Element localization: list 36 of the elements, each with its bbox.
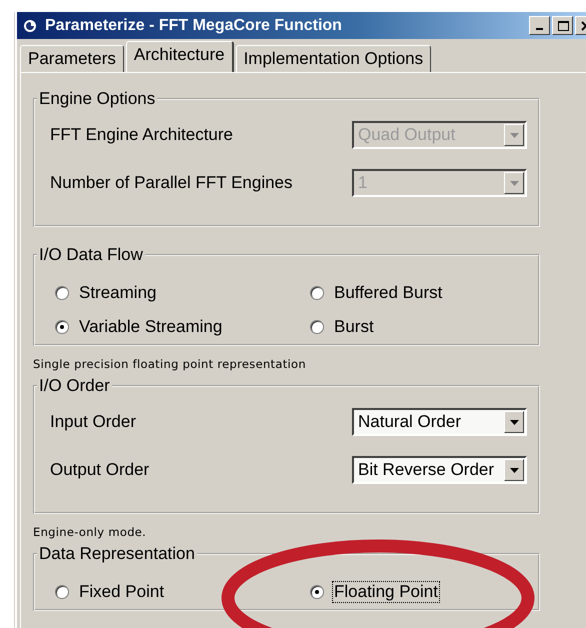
info-text: Single precision floating point representation [33, 356, 307, 372]
group-title: I/O Data Flow [38, 245, 144, 265]
maximize-button[interactable] [552, 16, 573, 35]
dropdown[interactable]: Bit Reverse Order [352, 456, 527, 484]
radio-button[interactable] [55, 286, 69, 300]
field-label: Output Order [49, 460, 150, 480]
radio-label[interactable]: Variable Streaming [77, 316, 224, 338]
radio-label[interactable]: Fixed Point [77, 581, 166, 603]
group-title: Engine Options [38, 89, 156, 109]
tab[interactable]: Architecture [126, 41, 234, 72]
radio-button[interactable] [310, 585, 324, 599]
radio-label[interactable]: Streaming [77, 282, 158, 304]
radio-label[interactable]: Floating Point [332, 581, 440, 603]
radio-button[interactable] [310, 286, 324, 300]
field-label: Input Order [49, 412, 137, 432]
field-label: Number of Parallel FFT Engines [49, 173, 294, 193]
radio-label[interactable]: Burst [332, 316, 376, 338]
dropdown[interactable]: Natural Order [352, 408, 527, 436]
minimize-button[interactable] [529, 16, 550, 35]
swirl-icon [23, 18, 37, 32]
caret-icon [510, 468, 518, 472]
group-title: Data Representation [38, 544, 196, 564]
window-title: Parameterize - FFT MegaCore Function [45, 16, 342, 34]
tab[interactable]: Implementation Options [236, 45, 432, 72]
caret-icon [510, 132, 518, 138]
radio-label[interactable]: Buffered Burst [332, 282, 444, 304]
caret-icon [510, 180, 518, 186]
radio-button[interactable] [310, 320, 324, 334]
minimize-icon [536, 28, 543, 30]
radio-button[interactable] [55, 585, 69, 599]
field-label: FFT Engine Architecture [49, 125, 234, 145]
caret-icon [510, 420, 518, 424]
tab[interactable]: Parameters [20, 45, 124, 72]
group-title: I/O Order [38, 376, 111, 396]
info-text: Engine-only mode. [33, 524, 148, 540]
radio-button[interactable] [55, 320, 69, 334]
